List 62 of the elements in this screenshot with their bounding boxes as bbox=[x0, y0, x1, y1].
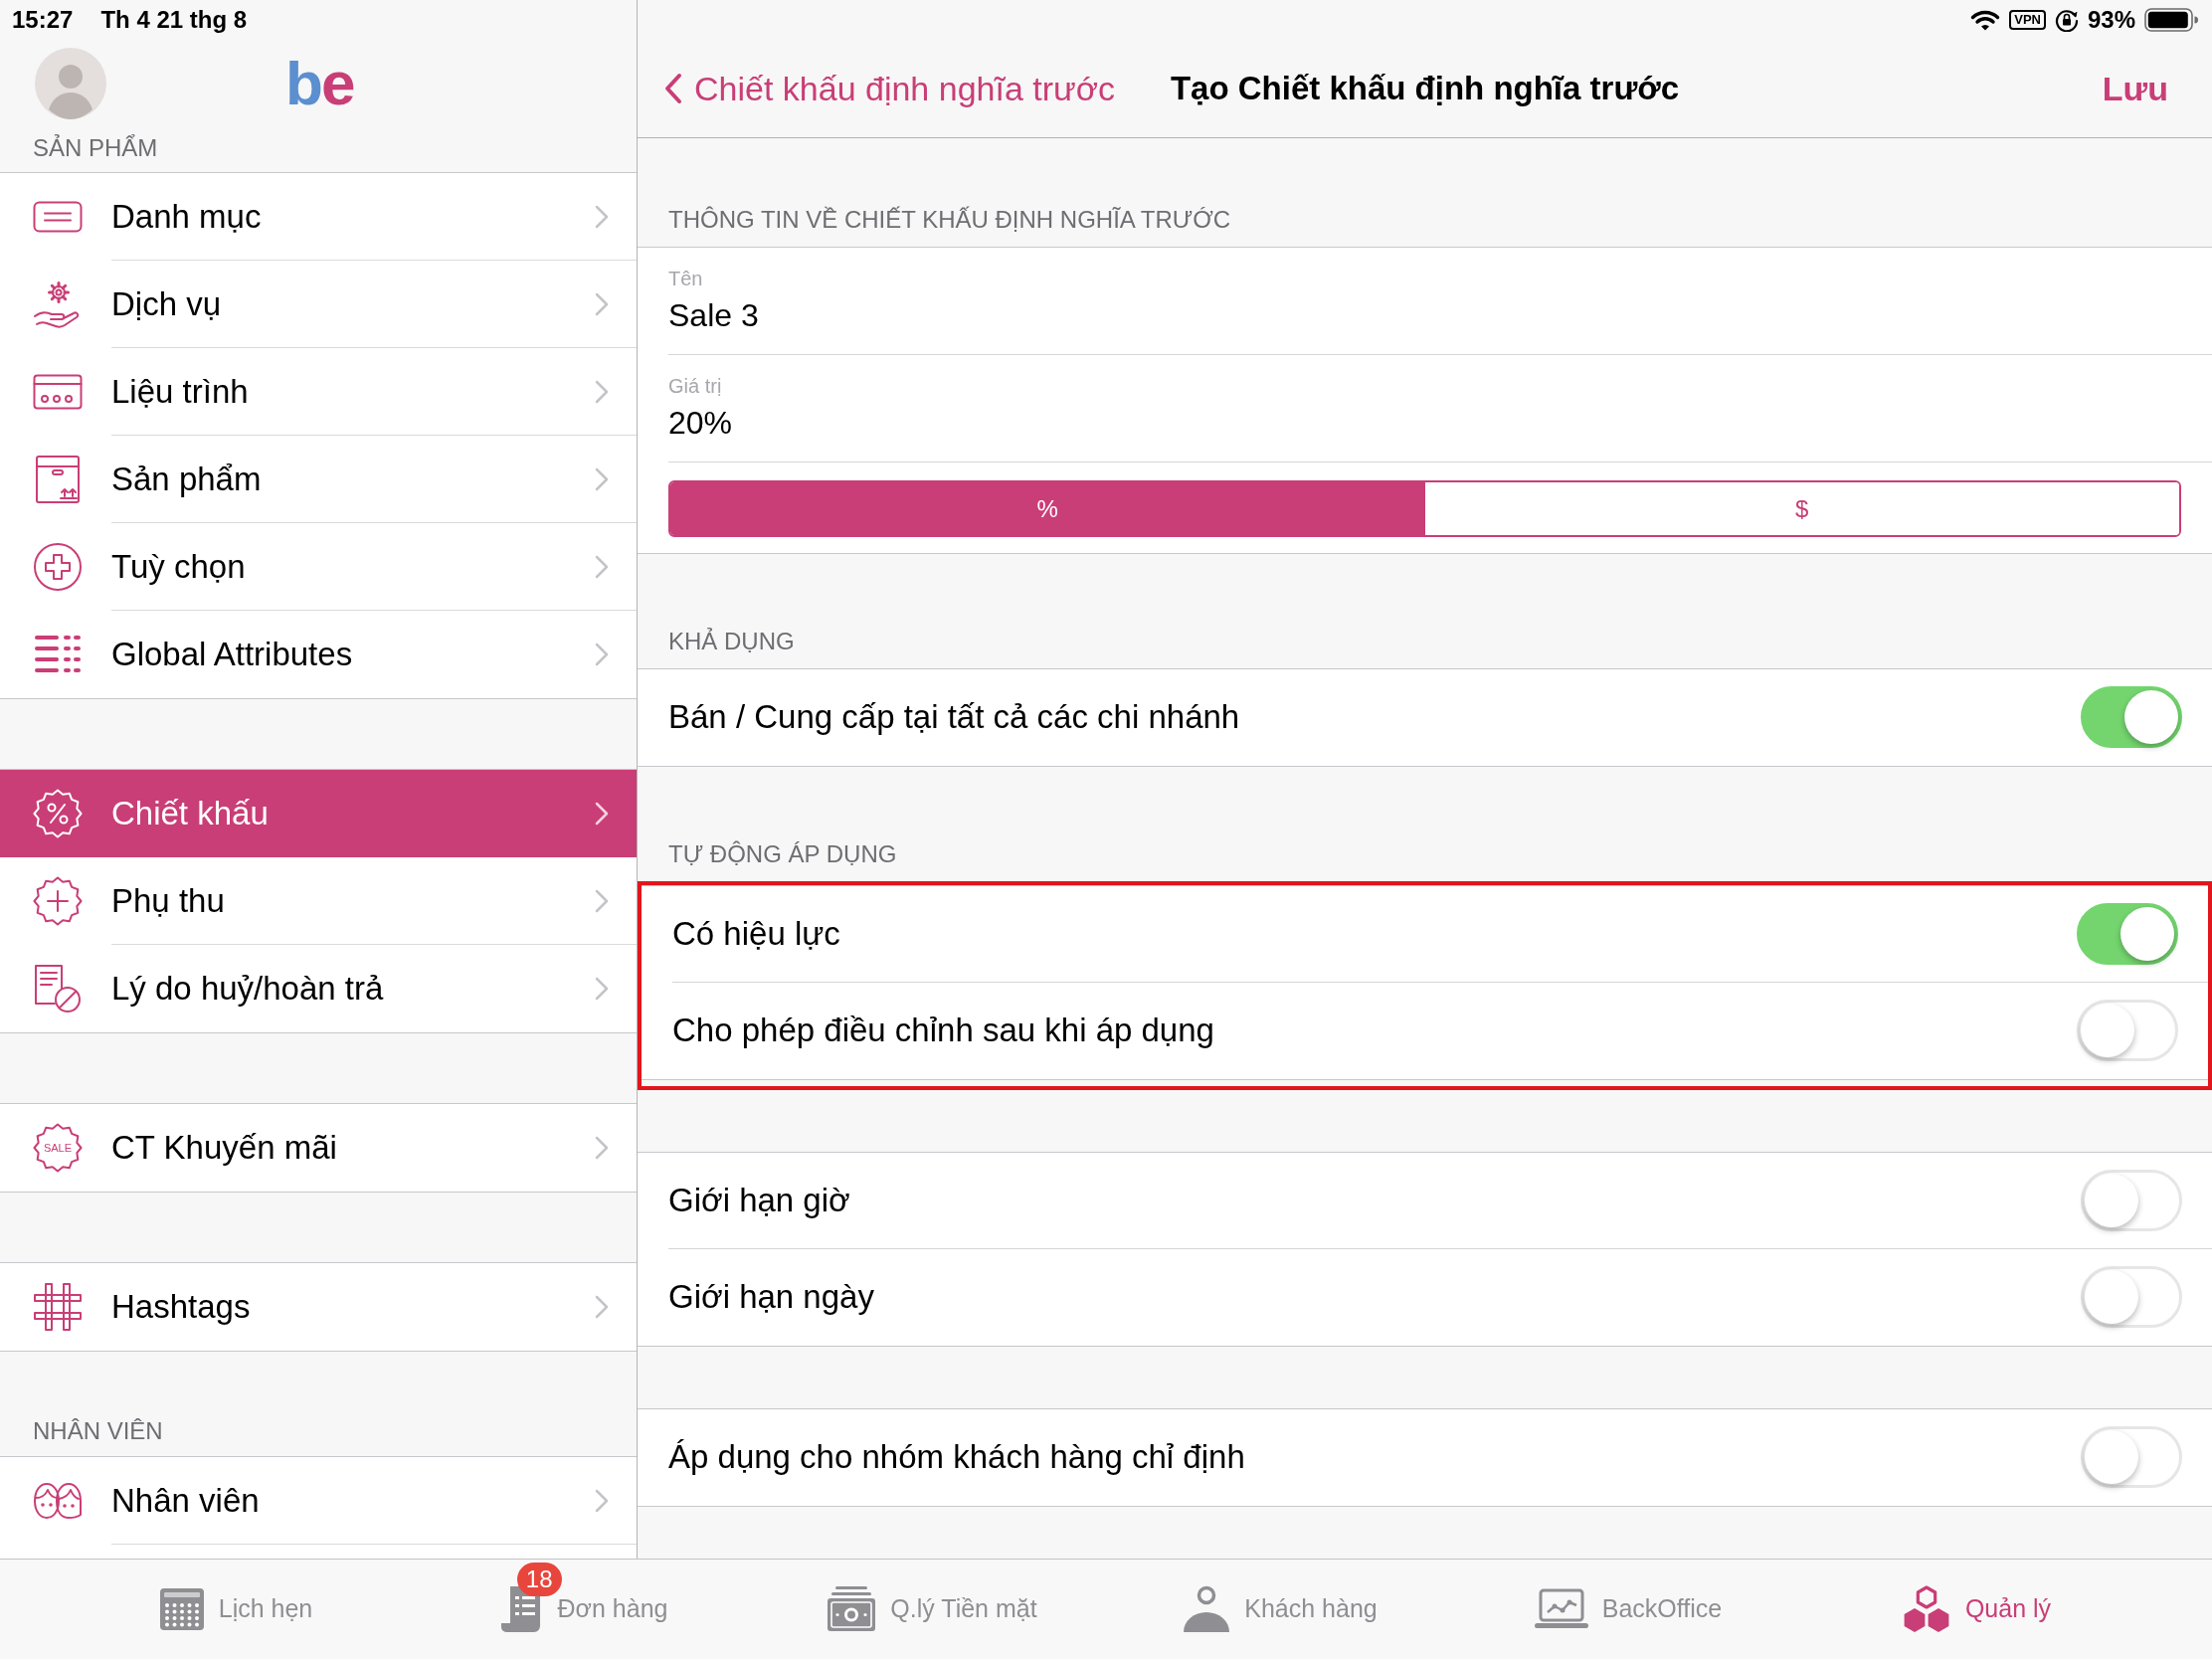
sidebar-item[interactable]: Chiết khấu bbox=[0, 770, 637, 857]
vpn-indicator: VPN bbox=[2009, 10, 2046, 30]
section-header: KHẢ DỤNG bbox=[668, 627, 795, 656]
ticket-icon bbox=[33, 201, 83, 233]
avatar-placeholder bbox=[35, 48, 106, 119]
back-button[interactable]: Chiết khấu định nghĩa trước bbox=[664, 63, 1116, 114]
chevron-right-icon bbox=[595, 976, 609, 1001]
field-label: Tên bbox=[668, 267, 703, 290]
setting-label: Bán / Cung cấp tại tất cả các chi nhánh bbox=[668, 697, 1240, 738]
card-icon bbox=[33, 374, 83, 410]
setting-label: Có hiệu lực bbox=[672, 914, 840, 955]
section-header: NHÂN VIÊN bbox=[33, 1416, 163, 1446]
list-icon bbox=[35, 635, 81, 674]
box-icon bbox=[35, 455, 81, 504]
status-time: 15:27 bbox=[12, 5, 74, 35]
calendar-icon bbox=[158, 1587, 205, 1631]
setting-label: Giới hạn ngày bbox=[668, 1277, 874, 1318]
wifi-icon bbox=[1970, 9, 2001, 31]
tab-item[interactable]: Quản lý bbox=[1802, 1560, 2150, 1659]
chevron-right-icon bbox=[595, 1135, 609, 1160]
chevron-right-icon bbox=[595, 466, 609, 491]
setting-label: Giới hạn giờ bbox=[668, 1181, 850, 1221]
chevron-right-icon bbox=[595, 1294, 609, 1319]
chevron-left-icon bbox=[664, 73, 682, 104]
plus-circle-icon bbox=[33, 542, 83, 592]
chevron-right-icon bbox=[595, 554, 609, 579]
battery-percent: 93% bbox=[2087, 5, 2135, 35]
sale-badge-icon: SALE bbox=[33, 1123, 83, 1173]
text-input[interactable]: Sale 3 bbox=[668, 295, 1265, 335]
tab-item[interactable]: 18 Đơn hàng bbox=[410, 1560, 758, 1659]
chevron-right-icon bbox=[595, 204, 609, 229]
save-button[interactable]: Lưu bbox=[2102, 63, 2168, 114]
people-icon bbox=[31, 1481, 85, 1521]
app-logo: be bbox=[285, 49, 354, 118]
percent-badge-icon bbox=[33, 789, 83, 838]
chevron-right-icon bbox=[595, 379, 609, 404]
section-header: THÔNG TIN VỀ CHIẾT KHẤU ĐỊNH NGHĨA TRƯỚC bbox=[668, 205, 1231, 235]
chevron-right-icon bbox=[595, 888, 609, 913]
segment-button[interactable]: % bbox=[670, 482, 1425, 535]
laptop-chart-icon bbox=[1534, 1588, 1588, 1630]
toggle-switch[interactable] bbox=[2077, 903, 2178, 965]
setting-label: Cho phép điều chỉnh sau khi áp dụng bbox=[672, 1011, 1214, 1051]
section-header: TỰ ĐỘNG ÁP DỤNG bbox=[668, 839, 897, 869]
chevron-right-icon bbox=[595, 291, 609, 316]
notification-badge: 18 bbox=[516, 1563, 562, 1596]
document-cancel-icon bbox=[33, 964, 83, 1014]
text-input[interactable]: 20% bbox=[668, 403, 1265, 443]
plus-badge-icon bbox=[33, 876, 83, 926]
field-label: Giá trị bbox=[668, 374, 722, 398]
setting-label: Áp dụng cho nhóm khách hàng chỉ định bbox=[668, 1437, 1245, 1478]
battery-icon bbox=[2144, 8, 2198, 32]
person-icon bbox=[1183, 1585, 1231, 1633]
hash-icon bbox=[33, 1282, 83, 1332]
cash-icon bbox=[827, 1586, 877, 1632]
page-title: Tạo Chiết khấu định nghĩa trước bbox=[1170, 69, 1680, 109]
section-header: SẢN PHẨM bbox=[33, 133, 158, 163]
chevron-right-icon bbox=[595, 1488, 609, 1513]
rotation-lock-icon bbox=[2054, 8, 2079, 32]
status-date: Th 4 21 thg 8 bbox=[100, 5, 248, 35]
chevron-right-icon bbox=[595, 642, 609, 666]
chevron-right-icon bbox=[595, 801, 609, 826]
toggle-switch[interactable] bbox=[2081, 686, 2182, 748]
